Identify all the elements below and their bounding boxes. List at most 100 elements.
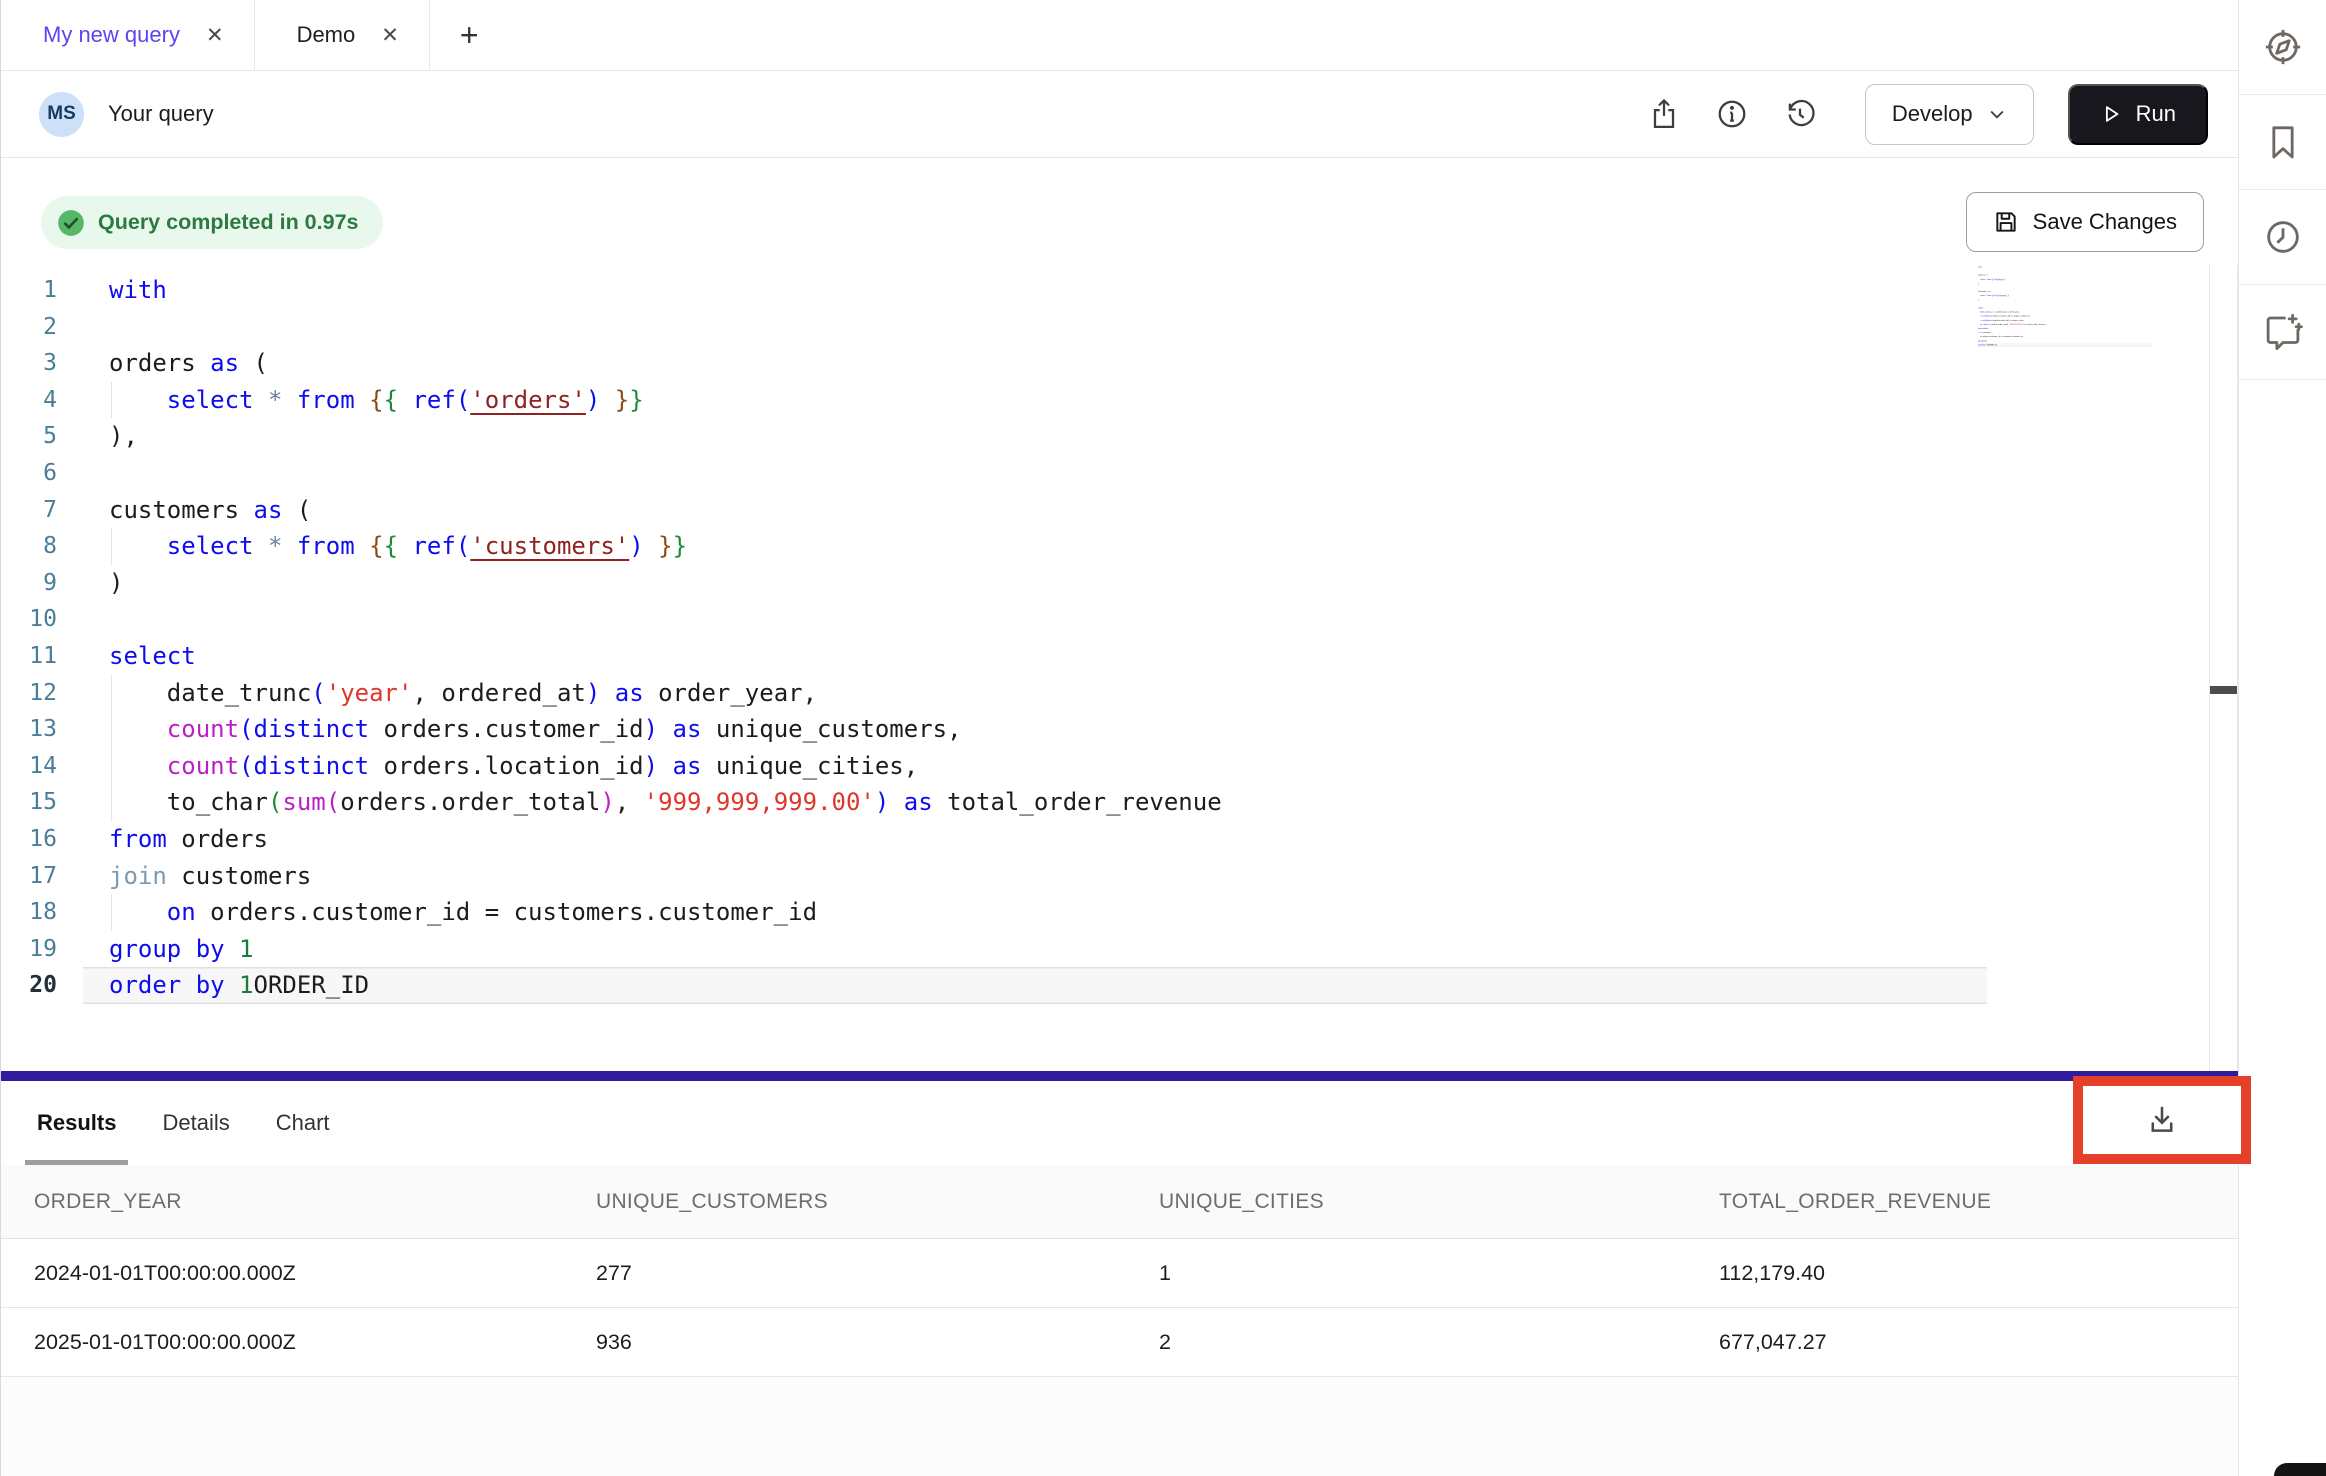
bookmark-icon[interactable] (2239, 95, 2326, 190)
code-line-content[interactable]: ) (83, 565, 1987, 602)
code-line[interactable]: 17join customers (1, 858, 2209, 895)
code-line-content[interactable]: select * from {{ ref('customers') }} (83, 528, 1987, 565)
editor-minimap[interactable]: withorders as ( select * from {{ ref('or… (1978, 265, 2153, 365)
code-line[interactable]: 12 date_trunc('year', ordered_at) as ord… (1, 675, 2209, 712)
ai-chat-sparkles-icon[interactable] (2239, 285, 2326, 380)
table-cell: 2 (1126, 1308, 1686, 1376)
line-number: 18 (1, 894, 83, 931)
code-line[interactable]: 3orders as ( (1, 345, 2209, 382)
download-results-button[interactable] (2145, 1103, 2179, 1137)
line-number: 19 (1, 931, 83, 968)
code-line[interactable]: 7customers as ( (1, 492, 2209, 529)
code-line[interactable]: 4 select * from {{ ref('orders') }} (1, 382, 2209, 419)
column-header: UNIQUE_CITIES (1126, 1165, 1686, 1238)
line-number: 7 (1, 492, 83, 529)
code-line-content[interactable]: to_char(sum(orders.order_total), '999,99… (83, 784, 1987, 821)
line-number: 8 (1, 528, 83, 565)
compass-icon[interactable] (2239, 0, 2326, 95)
save-changes-button[interactable]: Save Changes (1966, 192, 2204, 252)
share-icon[interactable] (1647, 97, 1681, 131)
indent-guide (111, 748, 112, 785)
code-line-content[interactable]: count(distinct orders.location_id) as un… (83, 748, 1987, 785)
line-number: 16 (1, 821, 83, 858)
history-clock-icon[interactable] (2239, 190, 2326, 285)
code-line[interactable]: 6 (1, 455, 2209, 492)
code-line[interactable]: 11select (1, 638, 2209, 675)
code-line[interactable]: 9) (1, 565, 2209, 602)
code-line: order by 1ORDER_ID (1978, 343, 2153, 347)
table-cell: 2024-01-01T00:00:00.000Z (1, 1239, 563, 1307)
code-line-content[interactable]: join customers (83, 858, 1987, 895)
line-number: 6 (1, 455, 83, 492)
table-cell: 677,047.27 (1686, 1308, 2238, 1376)
indent-guide (111, 528, 112, 565)
code-line[interactable]: 19group by 1 (1, 931, 2209, 968)
tab-chart[interactable]: Chart (276, 1081, 330, 1165)
indent-guide (111, 675, 112, 712)
pane-resizer[interactable] (1, 1071, 2238, 1081)
table-cell: 112,179.40 (1686, 1239, 2238, 1307)
sql-editor[interactable]: Query completed in 0.97s Save Changes 1w… (1, 158, 2238, 1071)
code-line-content[interactable]: customers as ( (83, 492, 1987, 529)
code-line-content[interactable]: select * from {{ ref('orders') }} (83, 382, 1987, 419)
run-button[interactable]: Run (2068, 84, 2208, 145)
code-line-content[interactable] (83, 601, 1987, 638)
history-icon[interactable] (1783, 97, 1817, 131)
code-area[interactable]: 1with23orders as (4 select * from {{ ref… (1, 272, 2209, 1004)
code-line[interactable]: 1with (1, 272, 2209, 309)
line-number: 10 (1, 601, 83, 638)
page-title: Your query (108, 101, 214, 127)
close-tab-icon[interactable]: ✕ (206, 25, 224, 46)
table-header-row: ORDER_YEARUNIQUE_CUSTOMERSUNIQUE_CITIEST… (1, 1165, 2238, 1239)
code-line[interactable]: 20order by 1ORDER_ID (1, 967, 2209, 1004)
indent-guide (111, 382, 112, 419)
code-line[interactable]: 10 (1, 601, 2209, 638)
line-number: 11 (1, 638, 83, 675)
line-number: 3 (1, 345, 83, 382)
code-line-content[interactable]: orders as ( (83, 345, 1987, 382)
annotation-highlight-box (2073, 1076, 2251, 1164)
code-line[interactable]: 14 count(distinct orders.location_id) as… (1, 748, 2209, 785)
editor-scrollbar[interactable] (2209, 265, 2238, 1071)
code-line-content[interactable]: order by 1ORDER_ID (83, 967, 1987, 1004)
code-line-content[interactable]: count(distinct orders.customer_id) as un… (83, 711, 1987, 748)
right-sidebar (2238, 0, 2326, 1476)
code-line-content[interactable] (83, 309, 1987, 346)
new-tab-button[interactable]: + (430, 0, 509, 70)
line-number: 13 (1, 711, 83, 748)
develop-dropdown[interactable]: Develop (1865, 84, 2034, 145)
tab-details[interactable]: Details (162, 1081, 229, 1165)
code-line-content[interactable]: group by 1 (83, 931, 1987, 968)
line-number: 4 (1, 382, 83, 419)
code-line-content[interactable]: with (83, 272, 1987, 309)
table-row: 2024-01-01T00:00:00.000Z2771112,179.40 (1, 1239, 2238, 1308)
corner-artifact (2274, 1463, 2326, 1476)
tab-my-new-query[interactable]: My new query ✕ (1, 0, 255, 70)
editor-tab-bar: My new query ✕ Demo ✕ + (1, 0, 2238, 71)
play-icon (2100, 103, 2122, 125)
line-number: 2 (1, 309, 83, 346)
query-header: MS Your query (1, 71, 2238, 158)
tab-demo[interactable]: Demo ✕ (255, 0, 430, 70)
code-line[interactable]: 8 select * from {{ ref('customers') }} (1, 528, 2209, 565)
column-header: UNIQUE_CUSTOMERS (563, 1165, 1126, 1238)
code-line-content[interactable]: from orders (83, 821, 1987, 858)
code-line-content[interactable] (83, 455, 1987, 492)
code-line-content[interactable]: select (83, 638, 1987, 675)
code-line[interactable]: 2 (1, 309, 2209, 346)
column-header: ORDER_YEAR (1, 1165, 563, 1238)
scrollbar-thumb[interactable] (2210, 686, 2237, 694)
code-line-content[interactable]: ), (83, 418, 1987, 455)
code-line[interactable]: 15 to_char(sum(orders.order_total), '999… (1, 784, 2209, 821)
code-line[interactable]: 18 on orders.customer_id = customers.cus… (1, 894, 2209, 931)
code-line[interactable]: 13 count(distinct orders.customer_id) as… (1, 711, 2209, 748)
code-line-content[interactable]: date_trunc('year', ordered_at) as order_… (83, 675, 1987, 712)
line-number: 9 (1, 565, 83, 602)
info-icon[interactable] (1715, 97, 1749, 131)
close-tab-icon[interactable]: ✕ (381, 25, 399, 46)
code-line-content[interactable]: on orders.customer_id = customers.custom… (83, 894, 1987, 931)
code-line[interactable]: 16from orders (1, 821, 2209, 858)
code-line-content: order by 1ORDER_ID (1978, 343, 2153, 347)
tab-results[interactable]: Results (37, 1081, 116, 1165)
code-line[interactable]: 5), (1, 418, 2209, 455)
